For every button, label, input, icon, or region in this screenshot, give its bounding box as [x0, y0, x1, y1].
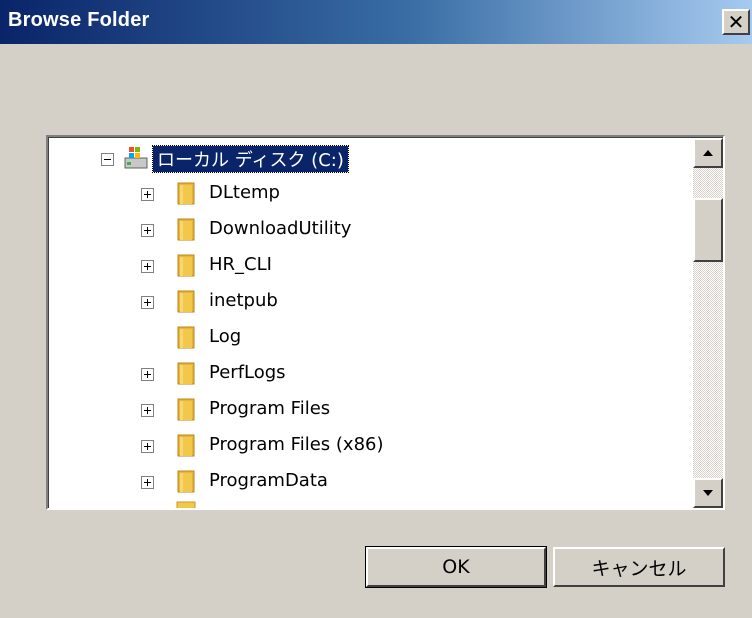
- folder-icon: [176, 501, 196, 508]
- expand-icon[interactable]: [141, 368, 154, 381]
- folder-icon: [177, 326, 195, 349]
- tree-root-label[interactable]: ローカル ディスク (C:): [152, 145, 349, 173]
- expand-icon[interactable]: [141, 404, 154, 417]
- expand-icon[interactable]: [141, 224, 154, 237]
- cancel-button[interactable]: キャンセル: [553, 547, 725, 587]
- folder-icon: [177, 434, 195, 457]
- tree-item-row[interactable]: HR_CLI: [49, 247, 689, 283]
- tree-item-row[interactable]: inetpub: [49, 283, 689, 319]
- tree-root-row[interactable]: ローカル ディスク (C:): [49, 140, 689, 176]
- tree-item-row[interactable]: DownloadUtility: [49, 211, 689, 247]
- close-icon: ✕: [727, 10, 745, 34]
- vertical-scrollbar[interactable]: [693, 138, 723, 508]
- scroll-thumb[interactable]: [693, 198, 723, 262]
- scroll-down-button[interactable]: [693, 478, 723, 508]
- folder-icon: [177, 290, 195, 313]
- tree-item-label[interactable]: HR_CLI: [209, 254, 272, 275]
- tree-item-label[interactable]: Program Files (x86): [209, 434, 384, 455]
- tree-item-label[interactable]: inetpub: [209, 290, 278, 311]
- tree-item-label[interactable]: PerfLogs: [209, 362, 286, 383]
- expand-icon[interactable]: [141, 188, 154, 201]
- folder-tree[interactable]: ローカル ディスク (C:) DLtemp DownloadUtility HR_C…: [46, 135, 725, 510]
- tree-item-label[interactable]: ProgramData: [209, 470, 328, 491]
- expand-icon[interactable]: [141, 296, 154, 309]
- tree-item-row[interactable]: ProgramData: [49, 463, 689, 499]
- folder-tree-inner: ローカル ディスク (C:) DLtemp DownloadUtility HR_C…: [48, 137, 723, 508]
- close-button[interactable]: ✕: [722, 9, 750, 35]
- tree-item-label[interactable]: DLtemp: [209, 182, 280, 203]
- arrow-up-icon: [703, 150, 713, 156]
- title-bar[interactable]: Browse Folder ✕: [0, 0, 752, 44]
- expand-icon[interactable]: [141, 476, 154, 489]
- tree-item-row[interactable]: Log: [49, 319, 689, 355]
- window-title: Browse Folder: [8, 9, 150, 31]
- tree-item-row[interactable]: DLtemp: [49, 175, 689, 211]
- ok-button[interactable]: OK: [365, 546, 547, 588]
- tree-item-label[interactable]: Log: [209, 326, 241, 347]
- tree-item-row[interactable]: Program Files (x86): [49, 427, 689, 463]
- folder-icon: [177, 182, 195, 205]
- tree-item-row[interactable]: PerfLogs: [49, 355, 689, 391]
- browse-folder-dialog: Browse Folder ✕ ローカル ディスク (C:) DLtemp Do…: [0, 0, 752, 618]
- tree-item-row[interactable]: Program Files: [49, 391, 689, 427]
- expand-icon[interactable]: [141, 440, 154, 453]
- folder-icon: [177, 218, 195, 241]
- collapse-icon[interactable]: [101, 153, 114, 166]
- drive-icon: [124, 147, 148, 169]
- folder-icon: [177, 362, 195, 385]
- folder-icon: [177, 398, 195, 421]
- scroll-up-button[interactable]: [693, 138, 723, 168]
- expand-icon[interactable]: [141, 260, 154, 273]
- arrow-down-icon: [703, 490, 713, 496]
- tree-item-label[interactable]: Program Files: [209, 398, 330, 419]
- folder-icon: [177, 254, 195, 277]
- tree-item-label[interactable]: DownloadUtility: [209, 218, 351, 239]
- folder-icon: [177, 470, 195, 493]
